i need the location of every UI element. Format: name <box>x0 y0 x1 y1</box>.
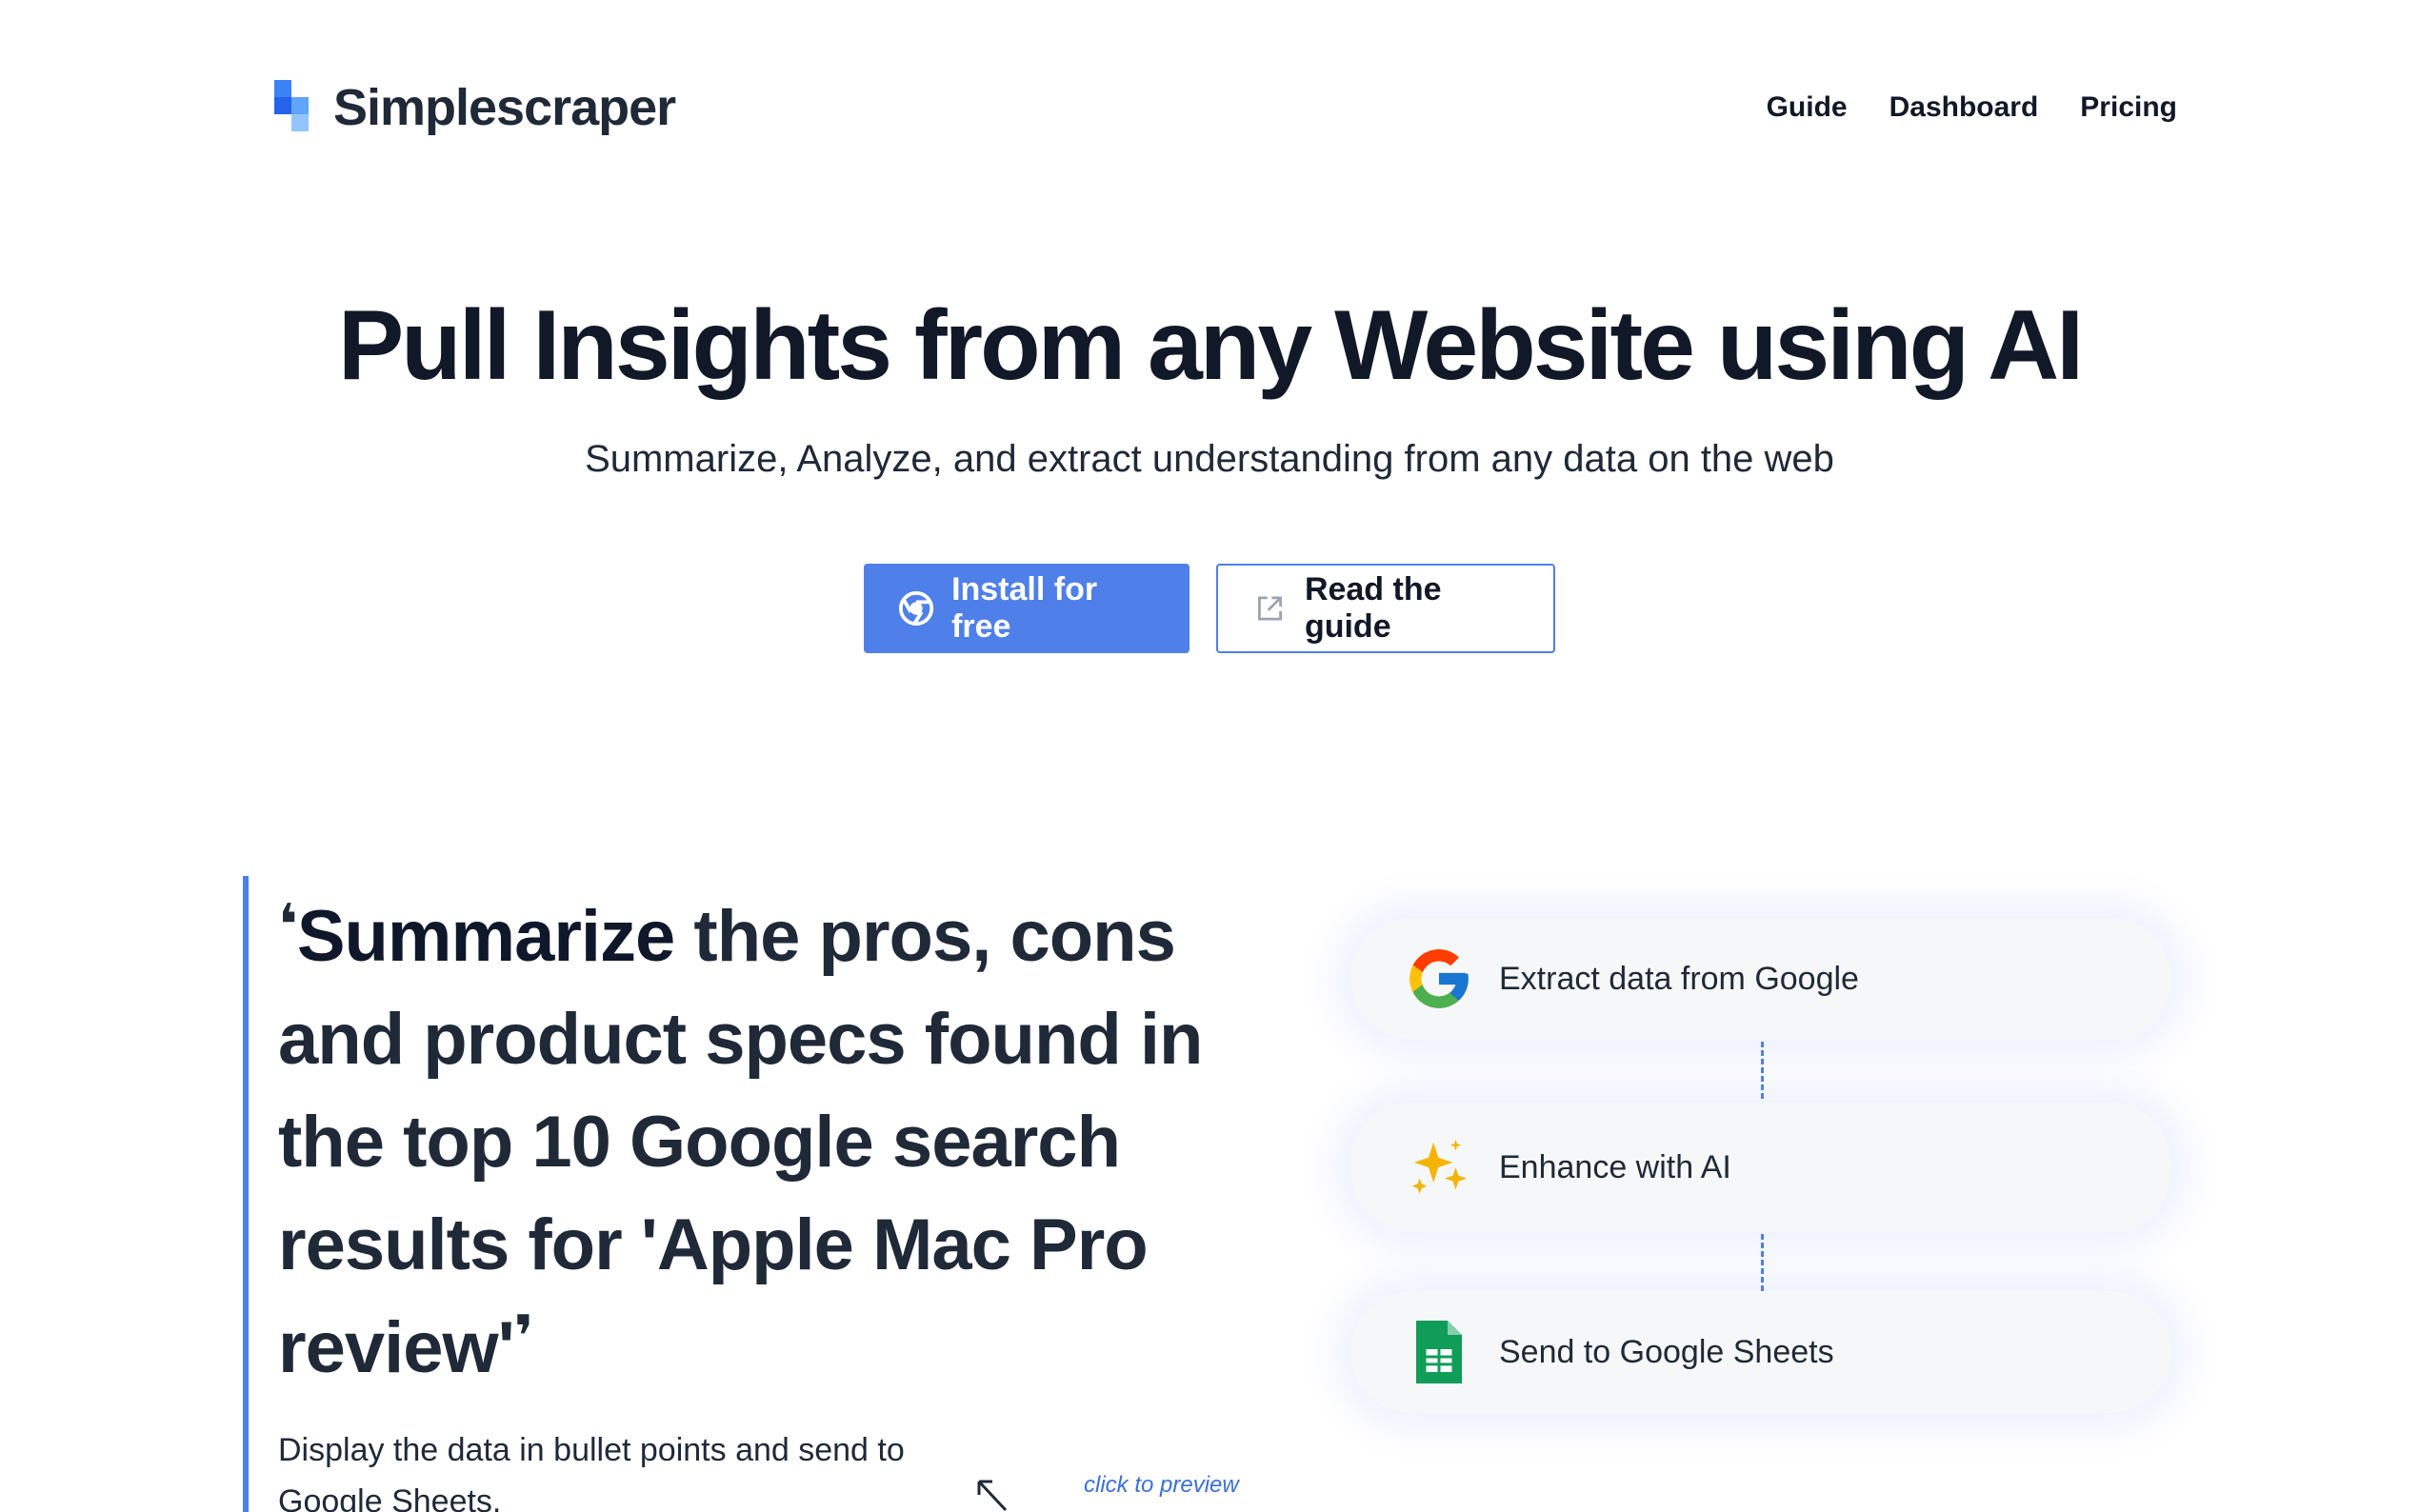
flow-step-sheets[interactable]: Send to Google Sheets <box>1350 1291 2171 1413</box>
flow-step-extract-label: Extract data from Google <box>1499 960 1859 997</box>
flow-step-sheets-label: Send to Google Sheets <box>1499 1333 1834 1370</box>
hero-title: Pull Insights from any Website using AI <box>337 290 2084 401</box>
quote-accent-bar <box>243 876 249 1512</box>
sparkles-icon <box>1404 1132 1474 1203</box>
click-to-preview-hint[interactable]: click to preview <box>1084 1472 1239 1499</box>
simplescraper-logo-icon <box>272 78 314 137</box>
install-button[interactable]: Install for free <box>864 564 1190 653</box>
nav-pricing-link[interactable]: Pricing <box>2080 91 2177 124</box>
external-link-icon <box>1258 596 1282 621</box>
flow-step-enhance[interactable]: Enhance with AI <box>1350 1103 2171 1232</box>
prompt-quote[interactable]: ❛Summarize the pros, cons and product sp… <box>278 885 1230 1400</box>
flow-connector-2 <box>1761 1234 1764 1291</box>
flow-connector <box>1761 1042 1764 1099</box>
open-quote-mark: ❛ <box>278 893 298 957</box>
google-sheets-icon <box>1404 1317 1474 1387</box>
quote-note: Display the data in bullet points and se… <box>278 1432 905 1512</box>
brand-logo[interactable]: Simplescraper <box>272 78 676 137</box>
install-button-label: Install for free <box>951 571 1098 645</box>
quote-emphasis: Summarize <box>296 896 675 977</box>
close-quote-mark: ❜ <box>513 1304 534 1368</box>
nav-dashboard-link[interactable]: Dashboard <box>1889 91 2039 124</box>
arrow-icon <box>977 1480 1008 1512</box>
read-guide-button[interactable]: Read the guide <box>1216 564 1555 653</box>
page: Simplescraper Guide Dashboard Pricing Pu… <box>0 0 2419 1512</box>
brand-name: Simplescraper <box>333 79 676 136</box>
top-nav: Guide Dashboard Pricing <box>1767 91 2177 124</box>
read-guide-button-label: Read the guide <box>1304 571 1442 645</box>
cta-row: Install for free Read the guide <box>0 564 2419 653</box>
hero-subtitle: Summarize, Analyze, and extract understa… <box>585 438 1834 480</box>
nav-guide-link[interactable]: Guide <box>1767 91 1848 124</box>
chrome-icon <box>898 590 934 627</box>
flow-step-enhance-label: Enhance with AI <box>1499 1148 1731 1185</box>
google-icon <box>1404 944 1474 1014</box>
flow-step-extract[interactable]: Extract data from Google <box>1350 918 2171 1040</box>
